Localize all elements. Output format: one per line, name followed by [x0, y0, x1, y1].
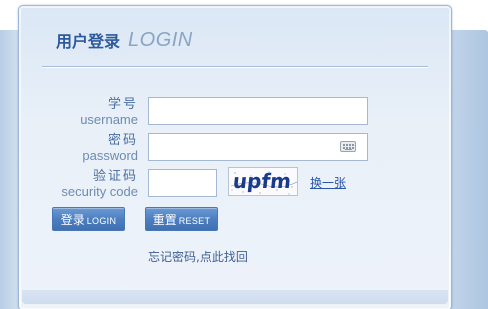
security-code-label: 验证码 security code: [61, 169, 138, 199]
page-title: 用户登录 LOGIN: [56, 28, 193, 52]
page-title-en: LOGIN: [128, 28, 193, 51]
login-panel-footer: [22, 290, 448, 304]
password-input[interactable]: [148, 133, 368, 161]
reset-button-label-en: RESET: [178, 216, 211, 226]
login-button[interactable]: 登录 LOGIN: [52, 207, 125, 231]
username-label-en: username: [80, 112, 138, 127]
username-input[interactable]: [148, 97, 368, 125]
password-label-en: password: [82, 148, 138, 163]
reset-button[interactable]: 重置 RESET: [145, 207, 218, 231]
password-label-cn: 密码: [107, 133, 138, 148]
captcha-text: upfm: [231, 169, 293, 193]
login-button-label-en: LOGIN: [86, 216, 117, 226]
security-code-label-en: security code: [61, 184, 138, 199]
password-label: 密码 password: [82, 133, 138, 163]
security-code-input[interactable]: [148, 169, 217, 197]
username-label: 学号 username: [80, 97, 138, 127]
keyboard-icon[interactable]: [340, 141, 356, 152]
security-code-label-cn: 验证码: [92, 169, 138, 184]
title-divider: [42, 66, 428, 68]
refresh-captcha-link[interactable]: 换一张: [310, 174, 346, 191]
reset-button-label-cn: 重置: [152, 213, 177, 227]
username-label-cn: 学号: [107, 97, 138, 112]
captcha-image[interactable]: upfm: [228, 167, 298, 196]
login-page: 用户登录 LOGIN 学号 username 密码 password 验证码 se…: [0, 0, 488, 309]
page-title-cn: 用户登录: [56, 32, 121, 51]
background-panel-right: [448, 30, 488, 309]
forgot-password-link[interactable]: 忘记密码,点此找回: [148, 248, 248, 265]
login-button-label-cn: 登录: [60, 213, 85, 227]
